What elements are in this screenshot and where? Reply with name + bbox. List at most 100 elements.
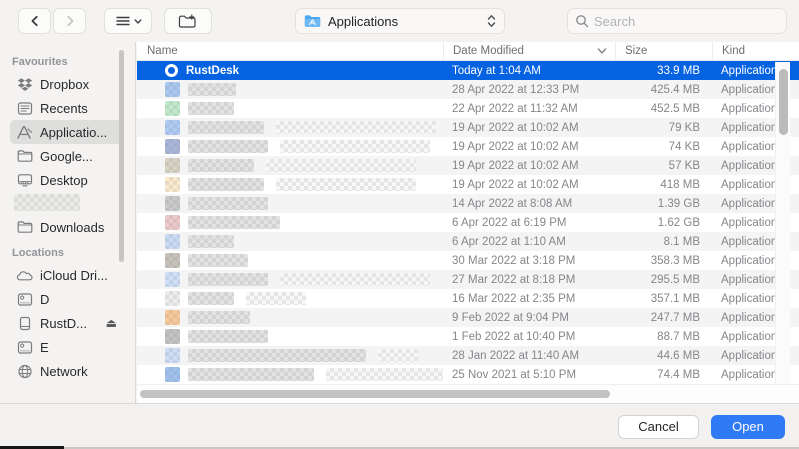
forward-button[interactable]: [53, 8, 86, 34]
file-row-redacted[interactable]: 16 Mar 2022 at 2:35 PM 357.1 MB Applicat…: [137, 289, 799, 308]
sidebar-item-rustd[interactable]: RustD... ⏏: [10, 311, 121, 335]
file-row-redacted[interactable]: 1 Feb 2022 at 10:40 PM 88.7 MB Applicati…: [137, 327, 799, 346]
file-icon: [165, 329, 180, 344]
location-dropdown[interactable]: Applications: [295, 8, 505, 34]
redacted-file-name: [188, 330, 268, 343]
icloud-icon: [16, 269, 33, 282]
file-icon: [165, 310, 180, 325]
list-header: Name Date Modified Size Kind: [137, 42, 799, 61]
file-row-redacted[interactable]: 14 Apr 2022 at 8:08 AM 1.39 GB Applicati…: [137, 194, 799, 213]
redacted-file-name: [188, 273, 268, 286]
new-folder-button[interactable]: [164, 8, 212, 34]
harddrive-icon: [16, 292, 33, 307]
sidebar-item-e[interactable]: E: [10, 335, 121, 359]
file-row-redacted[interactable]: 27 Mar 2022 at 8:18 PM 295.5 MB Applicat…: [137, 270, 799, 289]
search-field[interactable]: [567, 8, 787, 34]
new-folder-icon: [178, 14, 198, 29]
column-header-date-modified[interactable]: Date Modified: [443, 42, 615, 60]
back-button[interactable]: [18, 8, 51, 34]
file-row-redacted[interactable]: 28 Jan 2022 at 11:40 AM 44.6 MB Applicat…: [137, 346, 799, 365]
file-size: 57 KB: [615, 156, 712, 175]
file-icon: [165, 177, 180, 192]
folder-icon: [16, 149, 33, 163]
horizontal-scrollbar-thumb[interactable]: [140, 390, 610, 398]
redacted-file-name: [188, 197, 268, 210]
file-icon: [165, 139, 180, 154]
sidebar-item-network[interactable]: Network: [10, 359, 121, 383]
search-icon: [575, 14, 589, 28]
file-date-modified: 16 Mar 2022 at 2:35 PM: [443, 289, 615, 308]
file-size: 33.9 MB: [615, 61, 712, 80]
sidebar-item-iclouddri[interactable]: iCloud Dri...: [10, 263, 121, 287]
file-icon: [165, 196, 180, 211]
redacted-file-name-extra: [276, 178, 416, 191]
file-row-rustdesk[interactable]: RustDesk Today at 1:04 AM 33.9 MB Applic…: [137, 61, 799, 80]
file-row-redacted[interactable]: 19 Apr 2022 at 10:02 AM 418 MB Applicati…: [137, 175, 799, 194]
column-header-size[interactable]: Size: [615, 42, 712, 60]
file-row-redacted[interactable]: 30 Mar 2022 at 3:18 PM 358.3 MB Applicat…: [137, 251, 799, 270]
folder-icon: [16, 220, 33, 234]
file-row-redacted[interactable]: 28 Apr 2022 at 12:33 PM 425.4 MB Applica…: [137, 80, 799, 99]
applications-folder-icon: [304, 14, 321, 28]
file-size: 295.5 MB: [615, 270, 712, 289]
redacted-file-name-extra: [276, 121, 436, 134]
column-header-name[interactable]: Name: [137, 42, 443, 60]
sidebar-item-applicatio[interactable]: Applicatio...: [10, 120, 121, 144]
view-options-button[interactable]: [104, 8, 152, 34]
file-date-modified: 19 Apr 2022 at 10:02 AM: [443, 137, 615, 156]
file-size: 425.4 MB: [615, 80, 712, 99]
sidebar-item-desktop[interactable]: Desktop: [10, 168, 121, 192]
file-date-modified: 22 Apr 2022 at 11:32 AM: [443, 99, 615, 118]
file-icon: [165, 253, 180, 268]
open-button[interactable]: Open: [711, 415, 785, 439]
file-row-redacted[interactable]: 9 Feb 2022 at 9:04 PM 247.7 MB Applicati…: [137, 308, 799, 327]
eject-icon[interactable]: ⏏: [106, 316, 117, 330]
file-date-modified: 19 Apr 2022 at 10:02 AM: [443, 175, 615, 194]
sidebar-scrollbar[interactable]: [119, 50, 124, 262]
sidebar-item-recents[interactable]: Recents: [10, 96, 121, 120]
network-icon: [16, 364, 33, 379]
vertical-scrollbar-track[interactable]: [775, 62, 790, 384]
dropbox-icon: [16, 77, 33, 92]
sidebar-item-dropbox[interactable]: Dropbox: [10, 72, 121, 96]
file-date-modified: 1 Feb 2022 at 10:40 PM: [443, 327, 615, 346]
file-date-modified: 19 Apr 2022 at 10:02 AM: [443, 156, 615, 175]
file-row-redacted[interactable]: 6 Apr 2022 at 6:19 PM 1.62 GB Applicatio…: [137, 213, 799, 232]
file-icon: [165, 120, 180, 135]
file-size: 74.4 MB: [615, 365, 712, 384]
cancel-button[interactable]: Cancel: [618, 415, 699, 439]
file-size: 1.62 GB: [615, 213, 712, 232]
sidebar-item-d[interactable]: D: [10, 287, 121, 311]
column-header-kind[interactable]: Kind: [712, 42, 799, 60]
file-row-redacted[interactable]: 19 Apr 2022 at 10:02 AM 57 KB Applicatio…: [137, 156, 799, 175]
redacted-file-name-extra: [280, 140, 430, 153]
file-size: 74 KB: [615, 137, 712, 156]
sidebar-item-redacted[interactable]: [14, 194, 80, 211]
file-row-redacted[interactable]: 19 Apr 2022 at 10:02 AM 79 KB Applicatio…: [137, 118, 799, 137]
file-row-redacted[interactable]: 6 Apr 2022 at 1:10 AM 8.1 MB Application: [137, 232, 799, 251]
redacted-file-name: [188, 159, 254, 172]
file-date-modified: Today at 1:04 AM: [443, 61, 615, 80]
recents-icon: [16, 101, 33, 116]
vertical-scrollbar-thumb[interactable]: [779, 69, 788, 135]
horizontal-scrollbar-track[interactable]: [137, 384, 799, 403]
desktop-icon: [16, 173, 33, 187]
file-size: 357.1 MB: [615, 289, 712, 308]
file-icon: [165, 158, 180, 173]
file-row-redacted[interactable]: 19 Apr 2022 at 10:02 AM 74 KB Applicatio…: [137, 137, 799, 156]
rustdesk-app-icon: [165, 64, 178, 77]
file-size: 8.1 MB: [615, 232, 712, 251]
file-date-modified: 30 Mar 2022 at 3:18 PM: [443, 251, 615, 270]
redacted-file-name: [188, 349, 366, 362]
search-input[interactable]: [594, 14, 779, 29]
redacted-file-name: [188, 102, 234, 115]
sidebar-item-downloads[interactable]: Downloads: [10, 215, 121, 239]
redacted-file-name: [188, 140, 268, 153]
redacted-file-name: [188, 235, 234, 248]
sidebar: Favourites Dropbox Recents Applicatio...…: [0, 42, 136, 403]
redacted-file-name-extra: [246, 292, 306, 305]
harddrive-icon: [16, 340, 33, 355]
file-row-redacted[interactable]: 22 Apr 2022 at 11:32 AM 452.5 MB Applica…: [137, 99, 799, 118]
file-row-redacted[interactable]: 25 Nov 2021 at 5:10 PM 74.4 MB Applicati…: [137, 365, 799, 384]
sidebar-item-google[interactable]: Google...: [10, 144, 121, 168]
